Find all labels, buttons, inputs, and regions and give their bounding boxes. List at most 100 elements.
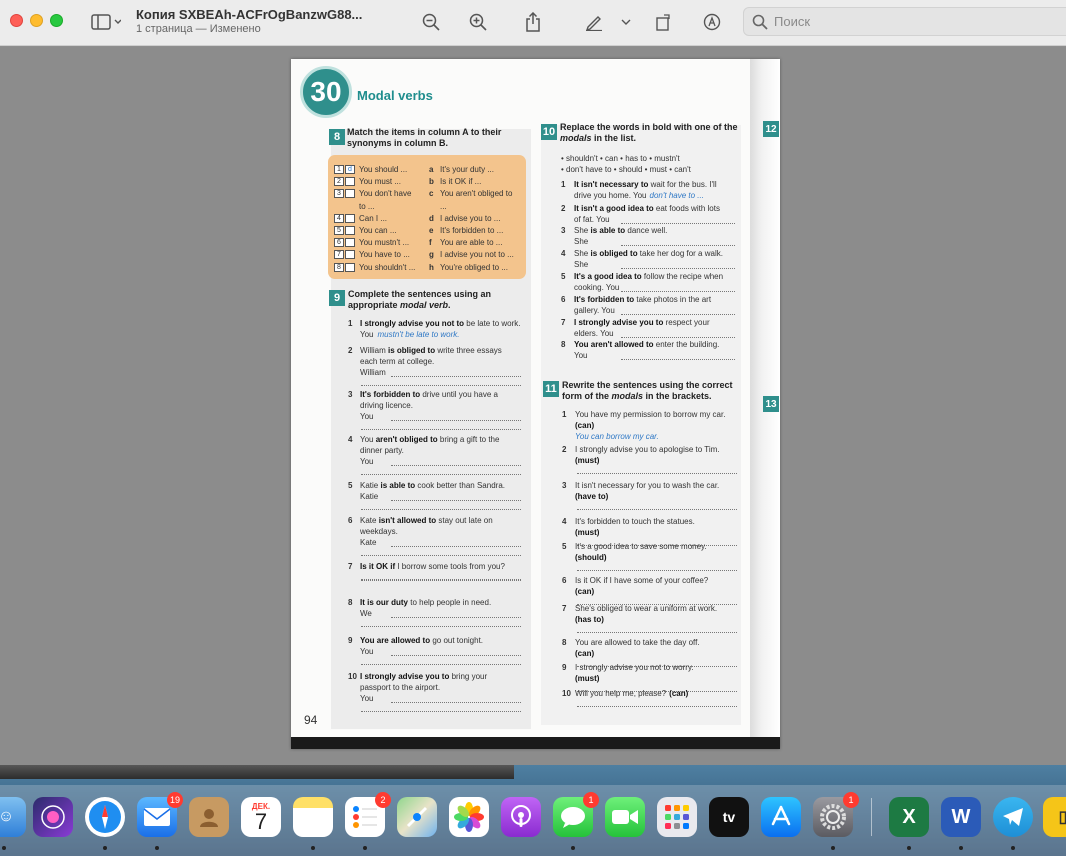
answer-line[interactable] [361,580,521,581]
pdf-page[interactable]: 30 Modal verbs 8 Match the items in colu… [291,59,780,749]
minimize-window-button[interactable] [30,14,43,27]
zoom-out-button[interactable] [419,10,443,34]
answer-line[interactable] [621,337,735,338]
finder-running-dot [2,846,6,850]
answer-box[interactable] [345,177,355,187]
search-input[interactable] [774,14,1054,29]
dock-finder[interactable]: ☺ [0,797,26,837]
answer-line[interactable] [621,359,735,360]
answer-line[interactable] [391,500,521,501]
dock-photos[interactable] [449,797,489,837]
answer-line[interactable] [621,314,735,315]
answer-line[interactable] [391,420,521,421]
answer-line[interactable] [361,626,521,627]
dock-contacts[interactable] [189,797,229,837]
answer-line[interactable] [577,509,737,510]
podcasts-icon [511,805,531,827]
dock-facetime[interactable] [605,797,645,837]
answer-line[interactable] [577,570,737,571]
dock-word[interactable]: W [941,797,981,837]
item-number-box: 1 [334,165,344,174]
dock-app-store[interactable] [761,797,801,837]
answer-line[interactable] [361,711,521,712]
answer-line[interactable] [361,664,521,665]
answer-box[interactable] [345,226,355,235]
sentence-line: (can) [575,587,594,597]
answer-line[interactable] [361,429,521,430]
dock-reminders[interactable]: 2 [345,792,391,837]
dock-launchpad[interactable] [657,797,697,837]
sentence-line: 6 Is it OK if I have some of your coffee? [562,576,708,586]
dock-maps[interactable] [397,797,437,837]
answer-box[interactable]: d [345,165,355,174]
sentence-bold-phrase: It isn't a good idea to [574,204,654,213]
sentence-bold-phrase: is obliged to [590,249,638,258]
dock-system-settings[interactable]: 1 [813,792,859,837]
answer-box[interactable] [345,213,355,223]
markup-button[interactable] [582,10,606,34]
answer-line[interactable] [577,632,737,633]
share-button[interactable] [521,10,545,34]
sentence-line: dinner party. [360,446,404,456]
sentence-line: 9 You are allowed to go out tonight. [348,636,483,646]
item-number: 5 [561,272,566,281]
answer-line[interactable] [361,474,521,475]
answer-line[interactable] [391,655,521,656]
sentence-line: drive you home. You don't have to ... [574,191,704,201]
answer-line[interactable] [361,385,521,386]
dock-calendar[interactable]: ДЕК. 7 [241,797,281,837]
answer-line[interactable] [621,268,735,269]
dock-stickies[interactable]: ▯ [1043,797,1066,837]
answer-box[interactable] [345,250,355,260]
sentence-line: 1 You have my permission to borrow my car… [562,410,726,420]
dock-apple-tv[interactable]: tv [709,797,749,837]
zoom-in-button[interactable] [466,10,490,34]
answer-line[interactable] [577,473,737,474]
dock-podcasts[interactable] [501,797,541,837]
answer-line[interactable] [621,291,735,292]
search-field[interactable] [743,7,1066,36]
sentence-line: 3 It isn't necessary for you to wash the … [562,481,719,491]
dock-excel[interactable]: X [889,797,929,837]
sentence-line: 1 It isn't necessary to wait for the bus.… [561,180,717,190]
finder-icon: ☺ [0,808,15,825]
answer-box[interactable] [345,189,355,199]
item-number: 4 [562,517,567,526]
close-window-button[interactable] [10,14,23,27]
sentence-text: You have my permission to borrow my car. [575,410,726,419]
answer-line[interactable] [361,509,521,510]
dock-safari[interactable] [85,797,125,837]
sentence-line: She [574,237,588,247]
answer-line[interactable] [391,376,521,377]
item-number: 2 [561,204,566,213]
answer-line[interactable] [621,223,735,224]
answer-box[interactable] [345,262,355,272]
mail-running-dot [155,846,159,850]
launchpad-icon [665,805,689,829]
answer-line[interactable] [391,617,521,618]
sentence-bold-phrase: I strongly advise you to [360,672,450,681]
safari-running-dot [103,846,107,850]
answer-box[interactable] [345,238,355,248]
answer-line[interactable] [361,555,521,556]
dock-telegram[interactable] [993,797,1033,837]
dock-notes[interactable] [293,797,333,837]
zoom-window-button[interactable] [50,14,63,27]
sentence-bold-phrase: is able to [590,226,626,235]
dock-siri[interactable] [33,797,73,837]
markup-menu-button[interactable] [619,10,633,34]
rotate-button[interactable] [652,10,676,34]
answer-line[interactable] [391,546,521,547]
sidebar-toggle-button[interactable] [88,10,124,34]
answer-line[interactable] [621,245,735,246]
answer-line[interactable] [391,465,521,466]
dock-messages[interactable]: 1 [553,792,599,837]
answer-line[interactable] [391,702,521,703]
sentence-text: She [574,226,591,235]
annotate-button[interactable] [700,10,724,34]
sentence-line: (can) [575,649,594,659]
notes-running-dot [311,846,315,850]
answer-line[interactable] [577,706,737,707]
sentence-line: 8 You are allowed to take the day off. [562,638,700,648]
dock-mail[interactable]: 19 [137,792,183,837]
